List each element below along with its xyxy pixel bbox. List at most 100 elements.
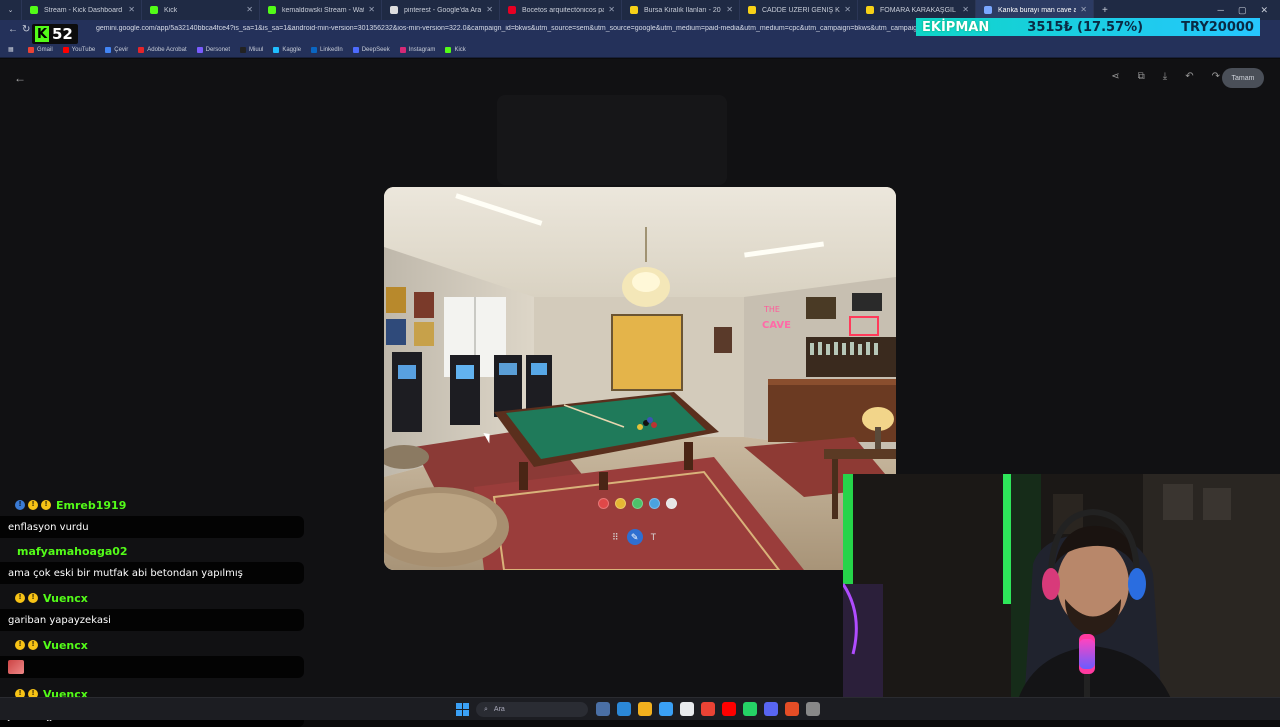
url-field[interactable]: gemini.google.com/app/5a32140bbca4fce4?i… bbox=[96, 25, 916, 32]
bookmark-favicon-icon bbox=[105, 46, 112, 53]
color-swatch[interactable] bbox=[649, 498, 660, 509]
browser-tab[interactable]: Stream - Kick Dashboard ✕ bbox=[22, 0, 142, 20]
tab-favicon-icon bbox=[150, 6, 158, 14]
taskbar-apps bbox=[596, 702, 820, 716]
tab-label: CADDE ÜZERİ GENİŞ KİRALIK D... bbox=[762, 6, 840, 14]
bookmark-item[interactable]: Gmail bbox=[28, 46, 53, 53]
bookmark-favicon-icon bbox=[352, 46, 359, 53]
tab-label: Bursa Kiralık İlanları - 20 bbox=[644, 6, 721, 14]
taskbar-app-icon[interactable] bbox=[743, 702, 757, 716]
bookmark-item[interactable]: Kaggle bbox=[273, 46, 301, 53]
browser-tab[interactable]: kemaldowski Stream - Watch Li... ✕ bbox=[260, 0, 382, 20]
taskbar-app-icon[interactable] bbox=[806, 702, 820, 716]
undo-icon[interactable]: ↶ bbox=[1185, 71, 1193, 82]
bookmark-item[interactable]: YouTube bbox=[62, 46, 95, 53]
close-tab-icon[interactable]: ✕ bbox=[1080, 5, 1087, 14]
browser-tab[interactable]: FOMARA KARAKAŞGİL PLAZA'... ✕ bbox=[858, 0, 976, 20]
bookmark-item[interactable]: LinkedIn bbox=[311, 46, 343, 53]
new-tab-button[interactable]: + bbox=[1094, 5, 1116, 16]
text-tool-icon[interactable]: T bbox=[651, 532, 657, 542]
apps-grid-icon[interactable]: ▦ bbox=[8, 46, 14, 53]
back-arrow-icon[interactable]: ← bbox=[14, 71, 26, 85]
bookmark-item[interactable]: Çevir bbox=[105, 46, 129, 53]
redo-icon[interactable]: ↷ bbox=[1212, 71, 1220, 82]
close-tab-icon[interactable]: ✕ bbox=[608, 5, 615, 14]
tab-label: FOMARA KARAKAŞGİL PLAZA'... bbox=[880, 6, 958, 14]
taskbar-app-icon[interactable] bbox=[596, 702, 610, 716]
browser-tab[interactable]: pinterest - Google'da Ara ✕ bbox=[382, 0, 500, 20]
bookmark-label: Instagram bbox=[408, 46, 436, 53]
close-tab-icon[interactable]: ✕ bbox=[486, 5, 493, 14]
maximize-icon[interactable]: ▢ bbox=[1238, 5, 1247, 16]
tab-search-button[interactable]: ⌄ bbox=[0, 0, 22, 20]
drag-handle-icon[interactable]: ⠿ bbox=[612, 532, 619, 543]
bookmark-label: Gmail bbox=[37, 46, 53, 53]
chat-text: gariban yapayzekasi bbox=[8, 614, 111, 626]
taskbar-app-icon[interactable] bbox=[680, 702, 694, 716]
viewer-count: 52 bbox=[52, 25, 73, 43]
svg-text:CAVE: CAVE bbox=[762, 320, 791, 331]
tab-label: kemaldowski Stream - Watch Li... bbox=[282, 6, 364, 14]
back-nav-icon[interactable]: ← bbox=[8, 24, 18, 35]
taskbar-search[interactable]: ⌕ Ara bbox=[476, 702, 588, 717]
bookmark-item[interactable]: Instagram bbox=[399, 46, 436, 53]
close-window-icon[interactable]: ✕ bbox=[1260, 5, 1268, 16]
tab-label: Bocetos arquitectónicos panora... bbox=[522, 6, 604, 14]
pen-tool-icon[interactable]: ✎ bbox=[626, 529, 643, 545]
minimize-icon[interactable]: ─ bbox=[1218, 5, 1224, 15]
chat-message-header: !! Vuencx bbox=[0, 589, 304, 607]
color-swatch[interactable] bbox=[666, 498, 677, 509]
tab-favicon-icon bbox=[866, 6, 874, 14]
bookmark-item[interactable]: Miuul bbox=[240, 46, 264, 53]
color-swatch[interactable] bbox=[615, 498, 626, 509]
bookmark-favicon-icon bbox=[62, 46, 69, 53]
kick-logo-icon: K bbox=[35, 26, 49, 42]
tab-label: Kick bbox=[164, 6, 178, 14]
taskbar-app-icon[interactable] bbox=[764, 702, 778, 716]
browser-tab[interactable]: Bocetos arquitectónicos panora... ✕ bbox=[500, 0, 622, 20]
bookmark-favicon-icon bbox=[196, 46, 203, 53]
bookmark-favicon-icon bbox=[311, 46, 318, 53]
download-icon[interactable]: ⤓ bbox=[1163, 71, 1167, 82]
bookmark-label: Miuul bbox=[249, 46, 264, 53]
share-icon[interactable]: ⋖ bbox=[1111, 71, 1119, 82]
copy-icon[interactable]: ⧉ bbox=[1138, 71, 1145, 82]
taskbar-app-icon[interactable] bbox=[785, 702, 799, 716]
windows-start-icon[interactable] bbox=[456, 703, 469, 716]
ticker-name: EKİPMAN bbox=[922, 19, 990, 35]
taskbar-app-icon[interactable] bbox=[701, 702, 715, 716]
close-tab-icon[interactable]: ✕ bbox=[128, 5, 135, 14]
ticker-value: 3515₺ (17.57%) bbox=[1027, 19, 1144, 35]
close-tab-icon[interactable]: ✕ bbox=[844, 5, 851, 14]
bookmark-item[interactable]: DeepSeek bbox=[352, 46, 390, 53]
taskbar-app-icon[interactable] bbox=[638, 702, 652, 716]
bookmark-item[interactable]: Adobe Acrobat bbox=[138, 46, 187, 53]
browser-tab[interactable]: Bursa Kiralık İlanları - 20 ✕ bbox=[622, 0, 740, 20]
chat-message: !! Vuencx bbox=[0, 636, 304, 678]
color-swatch[interactable] bbox=[598, 498, 609, 509]
chat-username: Emreb1919 bbox=[56, 498, 127, 512]
tab-favicon-icon bbox=[630, 6, 638, 14]
editor-header: ← ⋖ ⧉ ⤓ ↶ ↷ Tamam bbox=[0, 59, 1280, 97]
browser-tab[interactable]: CADDE ÜZERİ GENİŞ KİRALIK D... ✕ bbox=[740, 0, 858, 20]
user-badge-icon: ! bbox=[15, 640, 25, 650]
taskbar-search-placeholder: Ara bbox=[493, 706, 505, 713]
generated-image[interactable]: THE CAVE bbox=[384, 187, 896, 570]
draw-color-palette bbox=[598, 498, 677, 509]
close-tab-icon[interactable]: ✕ bbox=[368, 5, 375, 14]
tab-label: Kanka burayı man cave alanına... bbox=[998, 6, 1076, 14]
bookmark-item[interactable]: Dersonet bbox=[196, 46, 230, 53]
browser-tab[interactable]: Kick ✕ bbox=[142, 0, 260, 20]
close-tab-icon[interactable]: ✕ bbox=[726, 5, 733, 14]
bookmark-label: Çevir bbox=[114, 46, 129, 53]
browser-tab[interactable]: Kanka burayı man cave alanına... ✕ bbox=[976, 0, 1094, 20]
reload-icon[interactable]: ↻ bbox=[22, 24, 30, 35]
taskbar-app-icon[interactable] bbox=[722, 702, 736, 716]
close-tab-icon[interactable]: ✕ bbox=[962, 5, 969, 14]
taskbar-app-icon[interactable] bbox=[617, 702, 631, 716]
done-button[interactable]: Tamam bbox=[1222, 68, 1264, 88]
taskbar-app-icon[interactable] bbox=[659, 702, 673, 716]
bookmark-item[interactable]: Kick bbox=[445, 46, 466, 53]
color-swatch[interactable] bbox=[632, 498, 643, 509]
close-tab-icon[interactable]: ✕ bbox=[246, 5, 253, 14]
